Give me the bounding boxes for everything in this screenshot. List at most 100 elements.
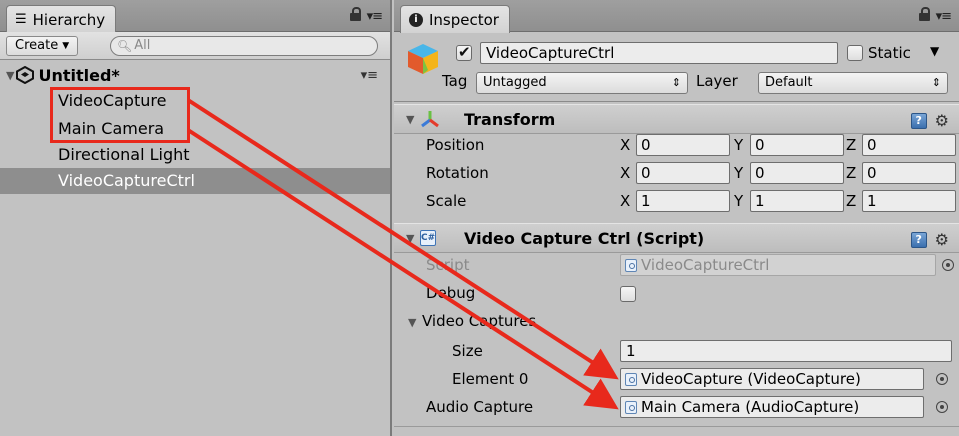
axis-x-label: X	[620, 192, 631, 210]
create-button-label: Create	[15, 38, 59, 53]
hierarchy-item-videocapturectrl[interactable]: VideoCaptureCtrl	[0, 168, 390, 194]
search-placeholder: All	[134, 38, 151, 53]
video-captures-label: Video Captures	[422, 312, 537, 330]
script-label: Script	[426, 256, 470, 274]
axis-z-label: Z	[846, 136, 857, 154]
script-file-icon	[625, 401, 637, 414]
static-label: Static	[868, 44, 911, 62]
script-component-header[interactable]: ▼ C# Video Capture Ctrl (Script) ? ⚙	[394, 223, 959, 253]
script-file-icon	[625, 373, 637, 386]
rotation-z-field[interactable]: 0	[862, 162, 956, 184]
hierarchy-panel: ☰ Hierarchy ▾≡ Create ▼ 🔍︎ All ▼ Untitle…	[0, 0, 392, 436]
layer-dropdown[interactable]: Default ⇕	[758, 72, 948, 94]
inspector-tab-label: Inspector	[429, 10, 499, 29]
object-picker-icon[interactable]	[936, 373, 948, 385]
help-icon[interactable]: ?	[910, 231, 927, 248]
tag-value: Untagged	[483, 75, 547, 90]
create-button[interactable]: Create ▼	[6, 36, 79, 56]
position-y-field[interactable]: 0	[750, 134, 844, 156]
hierarchy-item-videocapture[interactable]: VideoCapture	[0, 88, 390, 114]
static-checkbox[interactable]	[847, 45, 863, 61]
panel-menu-icon[interactable]: ▾≡	[936, 9, 952, 24]
fold-arrow-icon[interactable]: ▼	[406, 113, 418, 126]
transform-axes-icon	[421, 111, 439, 128]
tab-inspector[interactable]: i Inspector	[400, 5, 510, 33]
scale-y-field[interactable]: 1	[750, 190, 844, 212]
layer-label: Layer	[696, 72, 738, 90]
fold-arrow-icon[interactable]: ▼	[406, 232, 418, 245]
element-0-label: Element 0	[452, 370, 529, 388]
transform-title: Transform	[464, 109, 556, 129]
static-dropdown-icon[interactable]: ▼	[930, 44, 939, 58]
scale-x-field[interactable]: 1	[636, 190, 730, 212]
component-divider	[394, 426, 959, 427]
hierarchy-toolbar: Create ▼ 🔍︎ All	[0, 32, 390, 60]
debug-checkbox[interactable]	[620, 286, 636, 302]
hierarchy-item-directional-light[interactable]: Directional Light	[0, 142, 390, 168]
axis-y-label: Y	[734, 164, 744, 182]
layer-value: Default	[765, 75, 813, 90]
axis-y-label: Y	[734, 192, 744, 210]
axis-x-label: X	[620, 164, 631, 182]
object-picker-icon	[942, 259, 954, 271]
lock-icon[interactable]	[918, 6, 930, 22]
unity-scene-icon	[16, 66, 35, 84]
scene-name: Untitled*	[38, 65, 120, 85]
static-toggle[interactable]: Static	[847, 44, 911, 62]
gear-icon[interactable]: ⚙	[935, 111, 949, 130]
axis-x-label: X	[620, 136, 631, 154]
axis-y-label: Y	[734, 136, 744, 154]
scene-menu-icon[interactable]: ▾≡	[361, 68, 378, 83]
script-component-title: Video Capture Ctrl (Script)	[464, 228, 705, 248]
scale-label: Scale	[426, 192, 467, 210]
help-icon[interactable]: ?	[910, 112, 927, 129]
info-icon: i	[409, 12, 423, 27]
inspector-panel: i Inspector ▾≡ VideoCaptureCtrl Static ▼…	[394, 0, 959, 436]
tab-hierarchy[interactable]: ☰ Hierarchy	[6, 5, 117, 33]
hierarchy-tabbar: ☰ Hierarchy ▾≡	[0, 0, 390, 33]
script-field: VideoCaptureCtrl	[620, 254, 936, 276]
audio-capture-value: Main Camera (AudioCapture)	[641, 398, 860, 416]
script-field-value: VideoCaptureCtrl	[641, 256, 770, 274]
gameobject-name-field[interactable]: VideoCaptureCtrl	[480, 42, 838, 64]
rotation-x-field[interactable]: 0	[636, 162, 730, 184]
axis-z-label: Z	[846, 192, 857, 210]
csharp-script-icon: C#	[420, 230, 436, 246]
element-0-field[interactable]: VideoCapture (VideoCapture)	[620, 368, 924, 390]
script-file-icon	[625, 259, 637, 272]
audio-capture-label: Audio Capture	[426, 398, 534, 416]
rotation-label: Rotation	[426, 164, 489, 182]
chevron-down-icon: ▼	[62, 41, 70, 51]
position-x-field[interactable]: 0	[636, 134, 730, 156]
audio-capture-field[interactable]: Main Camera (AudioCapture)	[620, 396, 924, 418]
tag-dropdown[interactable]: Untagged ⇕	[476, 72, 688, 94]
hierarchy-item-main-camera[interactable]: Main Camera	[0, 116, 390, 142]
search-input[interactable]: 🔍︎ All	[110, 36, 378, 56]
size-field[interactable]: 1	[620, 340, 952, 362]
search-icon: 🔍︎	[117, 39, 133, 53]
dropdown-arrows-icon: ⇕	[671, 76, 681, 89]
size-label: Size	[452, 342, 483, 360]
fold-arrow-icon[interactable]: ▼	[408, 316, 416, 329]
tag-label: Tag	[442, 72, 468, 90]
position-label: Position	[426, 136, 485, 154]
hierarchy-tab-label: Hierarchy	[32, 10, 106, 29]
gameobject-active-checkbox[interactable]	[456, 43, 472, 61]
dropdown-arrows-icon: ⇕	[931, 76, 941, 89]
element-0-value: VideoCapture (VideoCapture)	[641, 370, 861, 388]
rotation-y-field[interactable]: 0	[750, 162, 844, 184]
inspector-tabbar: i Inspector ▾≡	[394, 0, 959, 33]
list-icon: ☰	[15, 12, 27, 27]
gameobject-header: VideoCaptureCtrl Static ▼ Tag Untagged ⇕…	[394, 32, 959, 102]
position-z-field[interactable]: 0	[862, 134, 956, 156]
object-picker-icon[interactable]	[936, 401, 948, 413]
lock-icon[interactable]	[349, 6, 361, 22]
scene-row[interactable]: ▼ Untitled* ▾≡	[0, 62, 390, 88]
scale-z-field[interactable]: 1	[862, 190, 956, 212]
gear-icon[interactable]: ⚙	[935, 230, 949, 249]
panel-menu-icon[interactable]: ▾≡	[367, 9, 383, 24]
transform-header[interactable]: ▼ Transform ? ⚙	[394, 104, 959, 134]
axis-z-label: Z	[846, 164, 857, 182]
debug-label: Debug	[426, 284, 476, 302]
fold-arrow-icon[interactable]: ▼	[6, 69, 14, 82]
